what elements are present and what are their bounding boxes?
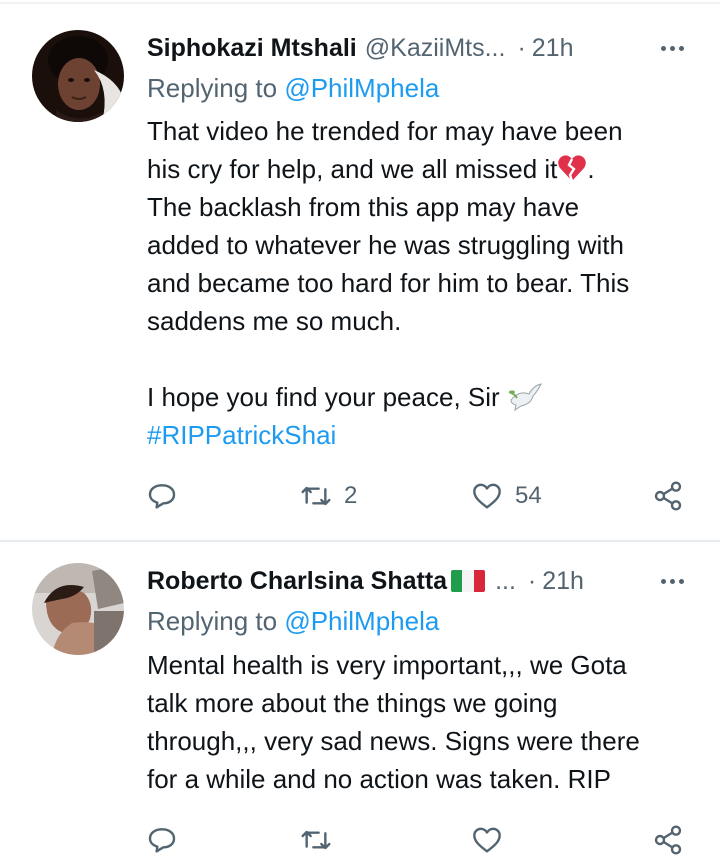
mention-link[interactable]: @PhilMphela bbox=[284, 73, 439, 103]
replying-to: Replying to @PhilMphela bbox=[147, 606, 439, 637]
separator-dot: · bbox=[527, 566, 537, 595]
avatar[interactable] bbox=[32, 30, 124, 122]
tweet-header: Siphokazi Mtshali @KaziiMts... · 21h bbox=[147, 30, 700, 66]
body-line: and became too hard for him to bear. Thi… bbox=[147, 268, 630, 298]
share-button[interactable] bbox=[652, 820, 684, 860]
tweet-actions bbox=[146, 820, 691, 860]
tweet-2[interactable]: Roberto Charlsina Shatta ... · 21h Reply… bbox=[0, 541, 720, 855]
avatar-image bbox=[32, 563, 124, 655]
retweet-button[interactable]: 2 bbox=[300, 476, 357, 516]
body-line: added to whatever he was struggling with bbox=[147, 230, 624, 260]
like-count: 54 bbox=[515, 482, 542, 509]
like-icon bbox=[473, 827, 501, 853]
like-button[interactable] bbox=[471, 820, 503, 860]
like-icon bbox=[473, 483, 501, 509]
share-button[interactable] bbox=[652, 476, 684, 516]
body-line: saddens me so much. bbox=[147, 306, 402, 336]
reply-icon bbox=[148, 828, 176, 853]
tweet-1[interactable]: Siphokazi Mtshali @KaziiMts... · 21h Rep… bbox=[0, 0, 720, 540]
body-line: through,,, very sad news. Signs were the… bbox=[147, 726, 640, 756]
tweet-body: That video he trended for may have been … bbox=[147, 112, 697, 454]
replying-to: Replying to @PhilMphela bbox=[147, 73, 439, 104]
share-icon bbox=[654, 481, 682, 511]
tweet-header: Roberto Charlsina Shatta ... · 21h bbox=[147, 563, 700, 599]
reply-button[interactable] bbox=[146, 476, 178, 516]
hashtag-link[interactable]: #RIPPatrickShai bbox=[147, 416, 697, 454]
body-line: That video he trended for may have been bbox=[147, 116, 623, 146]
broken-heart-emoji bbox=[558, 155, 587, 182]
closing-text: I hope you find your peace, Sir bbox=[147, 382, 500, 412]
italy-flag bbox=[451, 570, 486, 592]
author-name[interactable]: Siphokazi Mtshali bbox=[147, 34, 357, 63]
reply-button[interactable] bbox=[146, 820, 178, 860]
closing-line: I hope you find your peace, Sir bbox=[147, 378, 697, 416]
tweet-body: Mental health is very important,,, we Go… bbox=[147, 646, 697, 798]
retweet-icon bbox=[301, 830, 331, 850]
body-line: for a while and no action was taken. RIP bbox=[147, 764, 611, 794]
author-handle[interactable]: @KaziiMts... bbox=[365, 34, 506, 63]
body-line: his cry for help, and we all missed it . bbox=[147, 150, 697, 188]
avatar-image bbox=[32, 30, 124, 122]
author-handle[interactable]: ... bbox=[495, 567, 516, 596]
retweet-button[interactable] bbox=[300, 820, 332, 860]
dove-emoji bbox=[508, 383, 542, 412]
body-line: talk more about the things we going bbox=[147, 688, 558, 718]
timestamp[interactable]: 21h bbox=[542, 567, 584, 596]
author-name[interactable]: Roberto Charlsina Shatta bbox=[147, 567, 447, 596]
share-icon bbox=[654, 825, 682, 855]
reply-icon bbox=[148, 484, 176, 509]
replying-prefix: Replying to bbox=[147, 73, 285, 103]
body-line-suffix: . bbox=[587, 154, 595, 184]
retweet-count: 2 bbox=[344, 482, 358, 509]
mention-link[interactable]: @PhilMphela bbox=[284, 606, 439, 636]
body-line: The backlash from this app may have bbox=[147, 192, 580, 222]
retweet-icon bbox=[301, 486, 331, 506]
body-line: Mental health is very important,,, we Go… bbox=[147, 650, 627, 680]
body-line-text: his cry for help, and we all missed it bbox=[147, 154, 558, 184]
avatar[interactable] bbox=[32, 563, 124, 655]
more-icon[interactable] bbox=[654, 563, 690, 599]
tweet-actions: 2 54 bbox=[146, 476, 691, 516]
more-icon[interactable] bbox=[654, 30, 690, 66]
separator-dot: · bbox=[517, 33, 526, 62]
timestamp[interactable]: 21h bbox=[532, 34, 574, 63]
like-button[interactable]: 54 bbox=[471, 476, 542, 516]
replying-prefix: Replying to bbox=[147, 606, 285, 636]
